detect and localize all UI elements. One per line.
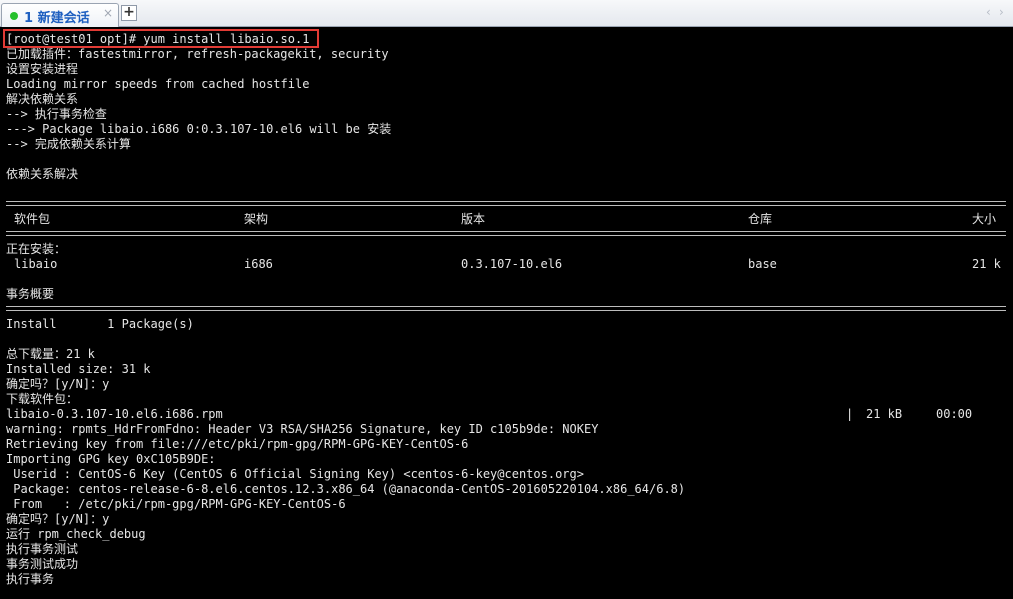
column-header-package: 软件包 [14, 212, 51, 226]
output-line: Package: centos-release-6-8.el6.centos.1… [6, 482, 686, 496]
column-header-version: 版本 [461, 212, 486, 226]
table-cell: i686 [244, 257, 273, 271]
output-line: Installed size: 31 k [6, 362, 151, 376]
output-line: 执行事务 [6, 572, 55, 586]
output-line: 总下载量：21 k [6, 347, 95, 361]
column-header-repo: 仓库 [748, 212, 773, 226]
command-highlight-box [3, 29, 319, 48]
close-tab-icon[interactable]: × [103, 6, 113, 20]
column-header-size: 大小 [972, 212, 997, 226]
table-cell: base [748, 257, 777, 271]
download-time: 00:00 [936, 407, 973, 421]
tab-scroll-left-icon[interactable]: ‹ [986, 5, 991, 19]
table-cell: 21 k [972, 257, 1001, 271]
output-line: warning: rpmts_HdrFromFdno: Header V3 RS… [6, 422, 599, 436]
output-line: From : /etc/pki/rpm-gpg/RPM-GPG-KEY-Cent… [6, 497, 346, 511]
output-line: --> 执行事务检查 [6, 107, 107, 121]
output-line: 依赖关系解决 [6, 167, 79, 181]
table-separator [6, 231, 1006, 236]
connection-status-icon [10, 12, 18, 20]
install-summary: Install 1 Package(s) [6, 317, 194, 331]
output-line: Loading mirror speeds from cached hostfi… [6, 77, 310, 91]
section-label: 正在安装： [6, 242, 67, 256]
table-separator [6, 201, 1006, 206]
output-line: 已加载插件：fastestmirror, refresh-packagekit,… [6, 47, 389, 61]
output-line: 确定吗？[y/N]：y [6, 512, 110, 526]
table-separator [6, 306, 1006, 311]
output-line: Userid : CentOS-6 Key (CentOS 6 Official… [6, 467, 584, 481]
download-size: 21 kB [866, 407, 903, 421]
terminal-output[interactable]: [root@test01 opt]# yum install libaio.so… [6, 32, 1008, 599]
output-line: Retrieving key from file:///etc/pki/rpm-… [6, 437, 469, 451]
table-cell: 0.3.107-10.el6 [461, 257, 563, 271]
output-line: --> 完成依赖关系计算 [6, 137, 131, 151]
table-cell: libaio [14, 257, 58, 271]
output-line: ---> Package libaio.i686 0:0.3.107-10.el… [6, 122, 392, 136]
output-line: 运行 rpm_check_debug [6, 527, 146, 541]
output-line: Importing GPG key 0xC105B9DE: [6, 452, 216, 466]
download-filename: libaio-0.3.107-10.el6.i686.rpm [6, 407, 223, 421]
summary-label: 事务概要 [6, 287, 55, 301]
output-line: 确定吗？[y/N]：y [6, 377, 110, 391]
new-tab-button[interactable]: + [121, 5, 137, 21]
download-separator: | [846, 407, 854, 421]
output-line: 执行事务测试 [6, 542, 79, 556]
column-header-arch: 架构 [244, 212, 269, 226]
session-tab-bar: 1 新建会话 × + ‹ › [0, 0, 1013, 27]
output-line: 下载软件包： [6, 392, 79, 406]
output-line: 事务测试成功 [6, 557, 79, 571]
tab-scroll-right-icon[interactable]: › [999, 5, 1004, 19]
session-tab-title[interactable]: 1 新建会话 [24, 7, 90, 26]
output-line: 解决依赖关系 [6, 92, 79, 106]
session-tab[interactable]: 1 新建会话 × [1, 3, 119, 27]
output-line: 设置安装进程 [6, 62, 79, 76]
